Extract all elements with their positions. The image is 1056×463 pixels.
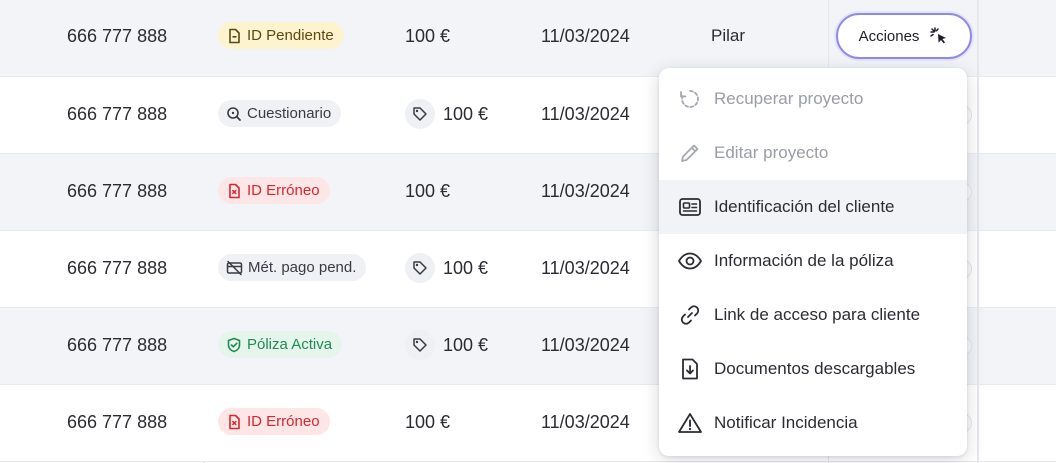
phone-cell: 666 777 888: [67, 335, 168, 355]
status-badge: Póliza Activa: [218, 331, 343, 358]
phone-cell: 666 777 888: [67, 181, 168, 201]
phone-cell: 666 777 888: [67, 104, 168, 124]
date-cell: 11/03/2024: [541, 412, 630, 432]
date-cell: 11/03/2024: [541, 258, 630, 278]
document-error-icon: [229, 183, 240, 198]
link-icon: [677, 302, 703, 328]
menu-item-notificar-incidencia[interactable]: Notificar Incidencia: [659, 396, 967, 450]
phone-cell: 666 777 888: [67, 412, 168, 432]
price-tag-icon: [405, 99, 435, 129]
recover-icon: [677, 86, 703, 112]
search-icon: [227, 106, 241, 121]
actions-menu: Recuperar proyecto Editar proyecto Ident…: [659, 68, 967, 456]
price-tag-icon: [405, 253, 435, 283]
status-badge-label: Cuestionario: [247, 105, 332, 122]
menu-item-label: Recuperar proyecto: [714, 89, 864, 108]
status-badge: Cuestionario: [218, 100, 342, 127]
status-badge: ID Erróneo: [218, 408, 330, 435]
download-document-icon: [677, 356, 703, 382]
column-divider: [977, 0, 979, 463]
menu-item-informacion-poliza[interactable]: Información de la póliza: [659, 234, 967, 288]
amount-cell: 100 €: [405, 412, 451, 432]
status-badge: ID Erróneo: [218, 177, 330, 204]
status-badge: Mét. pago pend.: [218, 254, 367, 281]
menu-item-identificacion-cliente[interactable]: Identificación del cliente: [659, 180, 967, 234]
warning-icon: [677, 410, 703, 436]
date-cell: 11/03/2024: [541, 335, 630, 355]
date-cell: 11/03/2024: [541, 104, 630, 124]
phone-cell: 666 777 888: [67, 26, 168, 46]
amount-cell: 100 €: [405, 181, 451, 201]
menu-item-label: Editar proyecto: [714, 143, 829, 162]
menu-item-recuperar-proyecto[interactable]: Recuperar proyecto: [659, 72, 967, 126]
sparkle-cursor-icon: [930, 27, 947, 44]
actions-button[interactable]: Acciones: [836, 13, 972, 59]
menu-item-link-acceso[interactable]: Link de acceso para cliente: [659, 288, 967, 342]
status-badge-label: Póliza Activa: [247, 336, 333, 353]
menu-item-label: Información de la póliza: [714, 251, 894, 270]
menu-item-label: Link de acceso para cliente: [714, 305, 921, 324]
payment-method-off-icon: [226, 260, 243, 275]
status-badge: ID Pendiente: [218, 22, 344, 49]
menu-item-label: Notificar Incidencia: [714, 413, 858, 432]
menu-item-label: Documentos descargables: [714, 359, 916, 378]
menu-item-label: Identificación del cliente: [714, 197, 895, 216]
projects-table: 666 777 888 ID Pendiente 100 € 11/03/202…: [0, 0, 1056, 463]
date-cell: 11/03/2024: [541, 26, 630, 46]
status-badge-label: Mét. pago pend.: [248, 259, 357, 276]
phone-cell: 666 777 888: [67, 258, 168, 278]
status-badge-label: ID Pendiente: [247, 27, 334, 44]
pencil-icon: [677, 140, 703, 166]
amount-cell: 100 €: [405, 26, 451, 46]
menu-item-documentos-descargables[interactable]: Documentos descargables: [659, 342, 967, 396]
date-cell: 11/03/2024: [541, 181, 630, 201]
amount-cell: 100 €: [443, 258, 489, 278]
document-pending-icon: [229, 28, 240, 43]
price-tag-icon: [405, 330, 435, 360]
menu-item-editar-proyecto[interactable]: Editar proyecto: [659, 126, 967, 180]
amount-cell: 100 €: [443, 104, 489, 124]
actions-button-label: Acciones: [858, 27, 920, 45]
status-badge-label: ID Erróneo: [247, 413, 320, 430]
shield-check-icon: [227, 337, 241, 352]
document-error-icon: [229, 414, 240, 429]
status-badge-label: ID Erróneo: [247, 182, 320, 199]
agent-name-cell: Pilar: [711, 26, 746, 45]
eye-icon: [677, 248, 703, 274]
amount-cell: 100 €: [443, 335, 489, 355]
id-card-icon: [677, 194, 703, 220]
